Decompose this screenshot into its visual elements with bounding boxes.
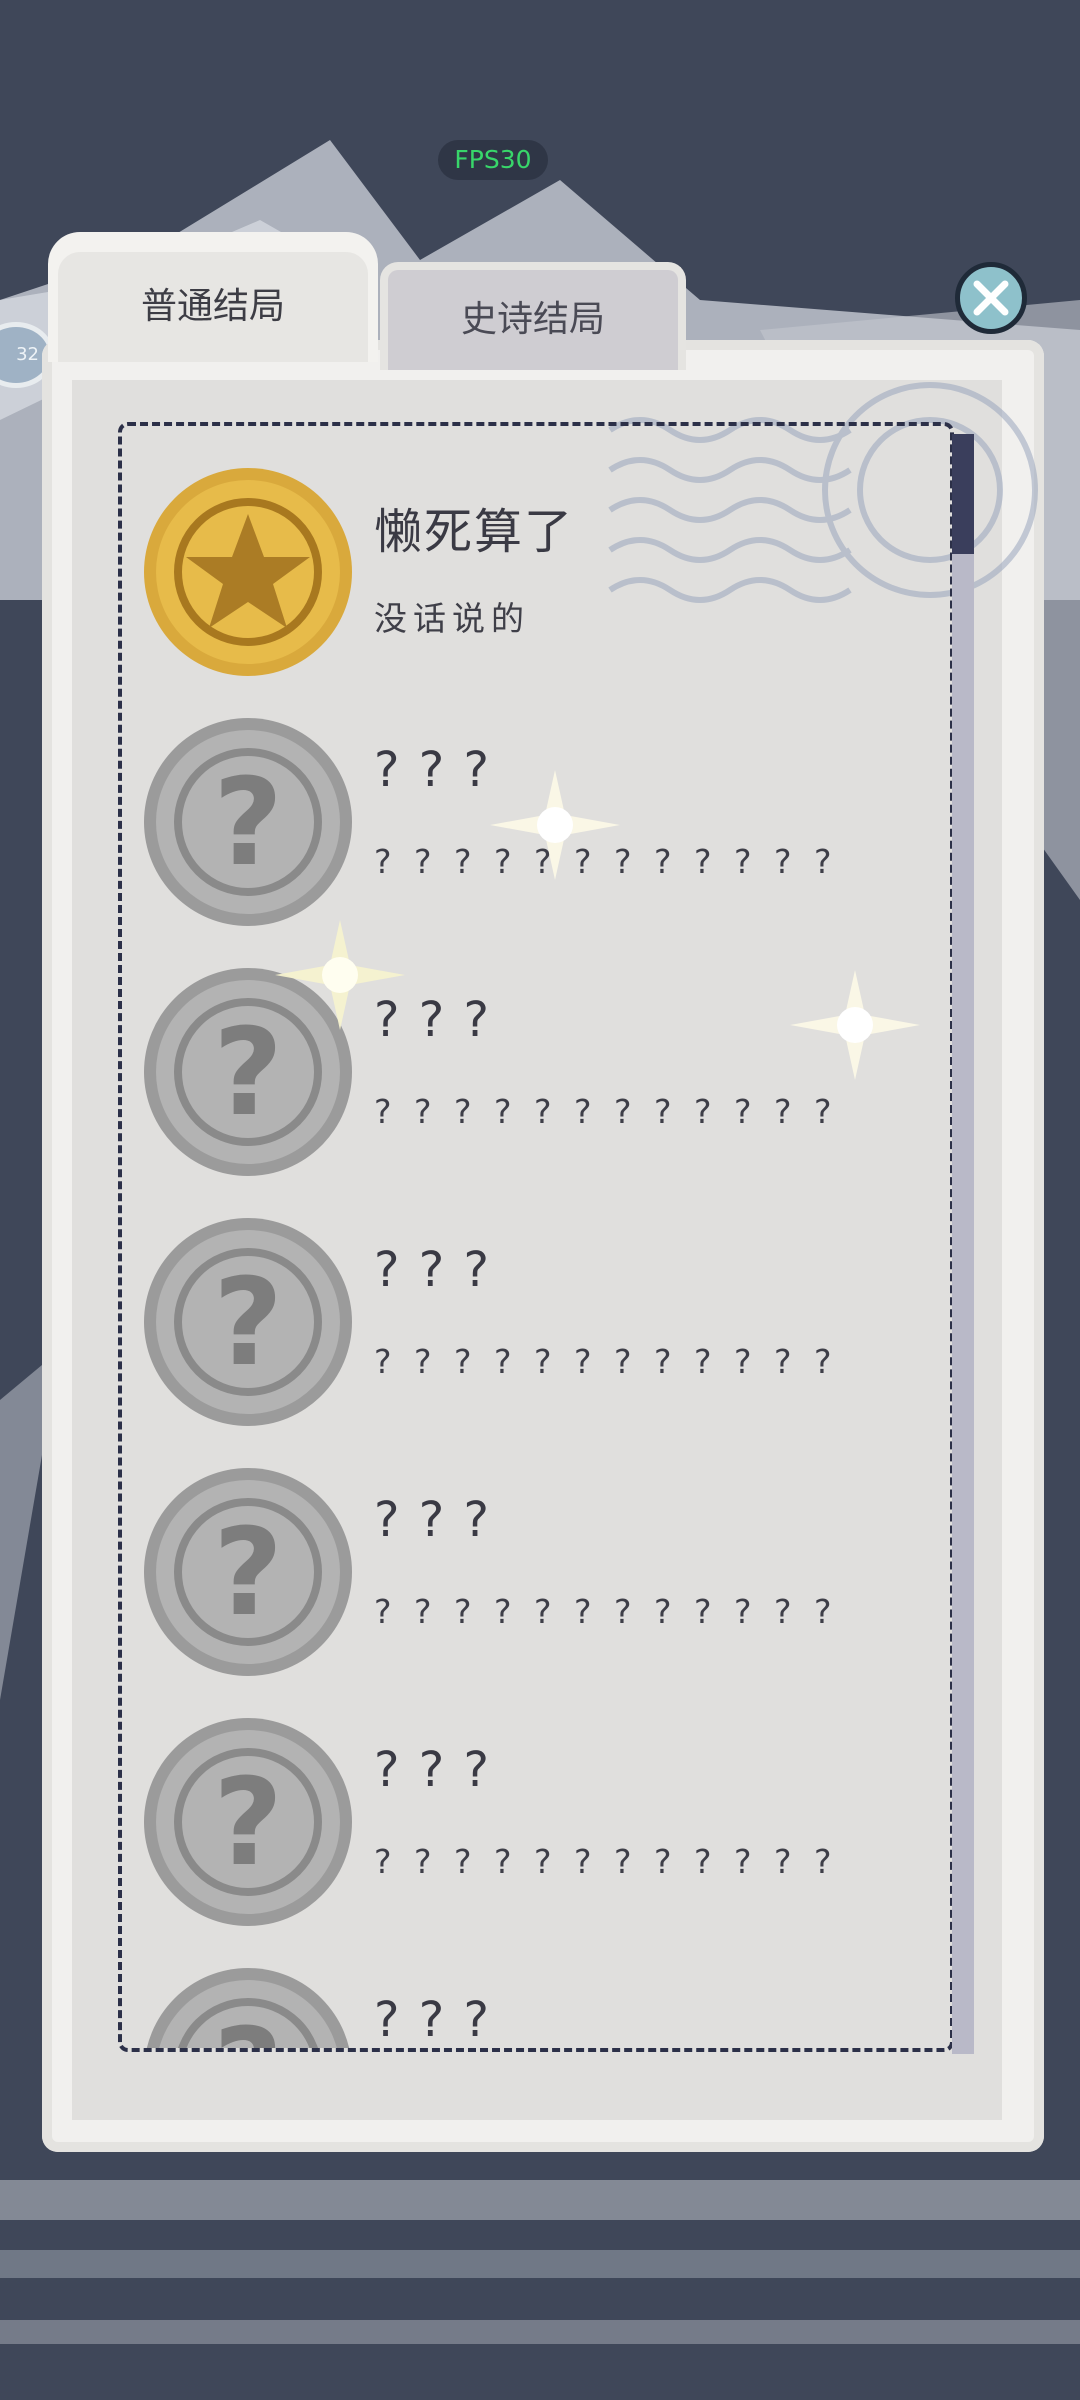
sparkle-icon [275,920,405,1030]
ending-item[interactable]: ? ? ? ? [138,1962,938,2048]
scrollbar-thumb[interactable] [952,434,974,554]
locked-question-seal-icon: ? [144,1718,352,1926]
sparkle-icon [490,770,620,880]
ending-description: ? ? ? ? ? ? ? ? ? ? ? ? [374,1842,838,1881]
ending-description: 没话说的 [374,599,530,638]
svg-text:?: ? [213,1754,283,1893]
scrollbar-track[interactable] [952,434,974,2054]
locked-question-seal-icon: ? [144,1218,352,1426]
sparkle-icon [790,970,920,1080]
locked-question-seal-icon: ? [144,718,352,926]
ending-item[interactable]: ? ? ? ? ? ? ? ? ? ? ? ? ? ? ? ? [138,1462,938,1692]
ending-description: ? ? ? ? ? ? ? ? ? ? ? ? [374,1592,838,1631]
ending-item[interactable]: 懒死算了 没话说的 [138,462,938,692]
ending-title: 懒死算了 [374,504,575,560]
ending-title: ? ? ? [374,1742,491,1798]
ending-description: ? ? ? ? ? ? ? ? ? ? ? ? [374,1092,838,1131]
ending-title: ? ? ? [374,1992,491,2048]
ending-title: ? ? ? [374,742,491,798]
fps-counter: FPS30 [438,140,548,180]
locked-question-seal-icon: ? [144,1468,352,1676]
ending-description: ? ? ? ? ? ? ? ? ? ? ? ? [374,1342,838,1381]
ending-title: ? ? ? [374,1242,491,1298]
svg-text:?: ? [213,1254,283,1393]
close-button[interactable] [955,262,1027,334]
svg-text:?: ? [213,2004,283,2048]
ending-item[interactable]: ? ? ? ? ? ? ? ? ? ? ? ? ? ? ? ? [138,1712,938,1942]
svg-text:?: ? [213,754,283,893]
ending-item[interactable]: ? ? ? ? ? ? ? ? ? ? ? ? ? ? ? ? [138,1212,938,1442]
close-icon [973,280,1009,316]
locked-question-seal-icon: ? [146,1968,350,2048]
gold-star-seal-icon [144,468,352,676]
tab-epic-endings[interactable]: 史诗结局 [380,262,686,370]
svg-text:?: ? [213,1504,283,1643]
tab-normal-endings[interactable]: 普通结局 [58,252,368,362]
ending-title: ? ? ? [374,1492,491,1548]
